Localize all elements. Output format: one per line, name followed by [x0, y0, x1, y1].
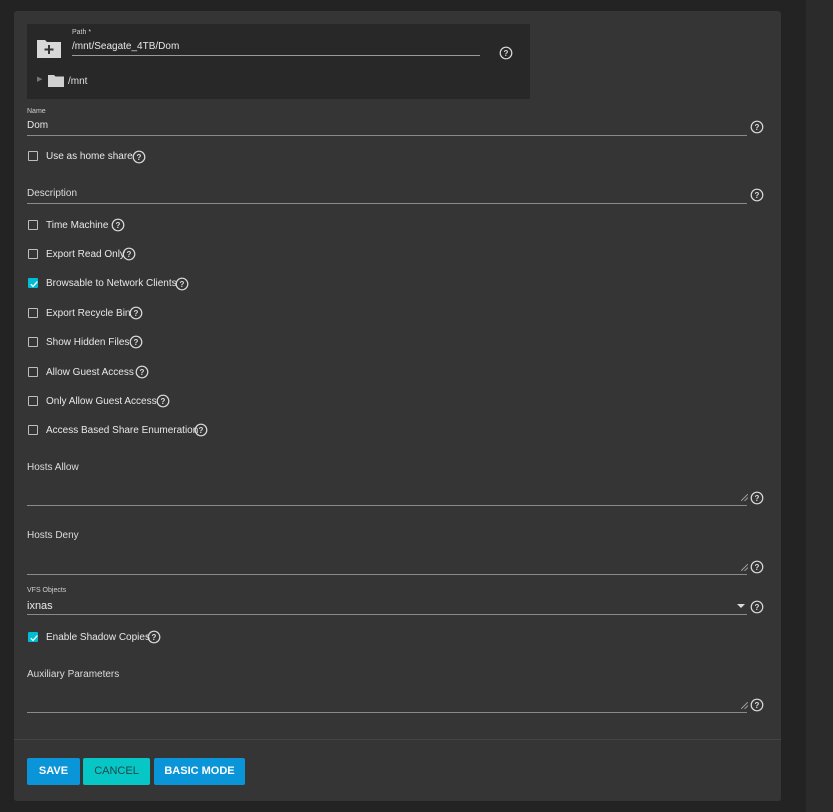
only-allow-guest-access-checkbox[interactable] — [28, 396, 38, 406]
smb-share-form: Path * /mnt/Seagate_4TB/Dom ? ▶ /mnt Nam… — [14, 11, 781, 801]
hosts-deny-textarea[interactable]: Hosts Deny — [27, 530, 79, 541]
name-input[interactable]: Dom — [27, 120, 48, 131]
help-icon[interactable]: ? — [129, 306, 143, 320]
svg-text:?: ? — [127, 250, 132, 259]
svg-text:?: ? — [152, 633, 157, 642]
svg-text:?: ? — [755, 123, 760, 132]
svg-text:?: ? — [199, 426, 204, 435]
home-share-label: Use as home share — [46, 151, 133, 162]
help-icon[interactable]: ? — [750, 491, 764, 505]
help-icon[interactable]: ? — [147, 630, 161, 644]
time-machine-label: Time Machine — [46, 220, 109, 231]
help-icon[interactable]: ? — [111, 218, 125, 232]
hosts-allow-underline — [27, 505, 747, 506]
vfs-objects-select[interactable]: ixnas — [27, 600, 53, 612]
browsable-checkbox[interactable] — [28, 278, 38, 288]
svg-text:?: ? — [134, 309, 139, 318]
export-recycle-bin-checkbox[interactable] — [28, 308, 38, 318]
help-icon[interactable]: ? — [156, 394, 170, 408]
help-icon[interactable]: ? — [750, 600, 764, 614]
basic-mode-button[interactable]: BASIC MODE — [154, 758, 245, 785]
svg-text:?: ? — [755, 701, 760, 710]
resize-handle-icon[interactable] — [741, 702, 748, 709]
path-label: Path * — [72, 29, 92, 36]
svg-text:?: ? — [140, 368, 145, 377]
access-based-enumeration-label: Access Based Share Enumeration — [46, 425, 199, 436]
home-share-checkbox[interactable] — [28, 151, 38, 161]
help-icon[interactable]: ? — [175, 277, 189, 291]
vfs-objects-label: VFS Objects — [27, 587, 67, 594]
svg-text:?: ? — [504, 49, 509, 58]
svg-text:?: ? — [755, 191, 760, 200]
checkmark-icon — [30, 635, 38, 642]
help-icon[interactable]: ? — [194, 423, 208, 437]
auxiliary-parameters-textarea[interactable]: Auxiliary Parameters — [27, 669, 119, 680]
allow-guest-access-checkbox[interactable] — [28, 367, 38, 377]
only-allow-guest-access-label: Only Allow Guest Access — [46, 396, 157, 407]
expand-arrow-icon[interactable]: ▶ — [37, 75, 42, 83]
svg-text:?: ? — [116, 221, 121, 230]
chevron-down-icon[interactable] — [737, 604, 745, 608]
name-underline — [27, 135, 747, 136]
svg-text:?: ? — [755, 603, 760, 612]
right-background-strip — [806, 0, 833, 812]
help-icon[interactable]: ? — [750, 120, 764, 134]
access-based-enumeration-checkbox[interactable] — [28, 425, 38, 435]
resize-handle-icon[interactable] — [741, 564, 748, 571]
help-icon[interactable]: ? — [129, 335, 143, 349]
svg-text:?: ? — [161, 397, 166, 406]
svg-text:?: ? — [755, 563, 760, 572]
vfs-objects-underline — [27, 614, 747, 615]
allow-guest-access-label: Allow Guest Access — [46, 367, 134, 378]
resize-handle-icon[interactable] — [741, 494, 748, 501]
path-explorer: Path * /mnt/Seagate_4TB/Dom ? ▶ /mnt — [27, 24, 530, 99]
help-icon[interactable]: ? — [135, 365, 149, 379]
cancel-button[interactable]: CANCEL — [83, 758, 150, 785]
time-machine-checkbox[interactable] — [28, 220, 38, 230]
show-hidden-files-checkbox[interactable] — [28, 337, 38, 347]
help-icon[interactable]: ? — [750, 698, 764, 712]
export-read-only-checkbox[interactable] — [28, 249, 38, 259]
description-underline — [27, 203, 747, 204]
path-input[interactable]: /mnt/Seagate_4TB/Dom — [72, 41, 179, 52]
name-label: Name — [27, 108, 46, 115]
help-icon[interactable]: ? — [132, 150, 146, 164]
tree-node-mnt[interactable]: /mnt — [68, 76, 87, 87]
svg-text:?: ? — [180, 280, 185, 289]
help-icon[interactable]: ? — [499, 46, 513, 60]
form-divider — [14, 739, 781, 740]
browsable-label: Browsable to Network Clients — [46, 278, 177, 289]
help-icon[interactable]: ? — [750, 560, 764, 574]
help-icon[interactable]: ? — [122, 247, 136, 261]
svg-text:?: ? — [134, 338, 139, 347]
export-read-only-label: Export Read Only — [46, 249, 125, 260]
help-icon[interactable]: ? — [750, 188, 764, 202]
description-input[interactable]: Description — [27, 188, 77, 199]
show-hidden-files-label: Show Hidden Files — [46, 337, 130, 348]
hosts-allow-textarea[interactable]: Hosts Allow — [27, 462, 79, 473]
checkmark-icon — [30, 281, 38, 288]
svg-text:?: ? — [137, 153, 142, 162]
export-recycle-bin-label: Export Recycle Bin — [46, 308, 131, 319]
path-underline — [72, 55, 480, 56]
save-button[interactable]: SAVE — [27, 758, 80, 785]
shadow-copies-checkbox[interactable] — [28, 632, 38, 642]
folder-plus-icon[interactable] — [36, 37, 62, 59]
auxiliary-parameters-underline — [27, 712, 747, 713]
hosts-deny-underline — [27, 574, 747, 575]
svg-text:?: ? — [755, 494, 760, 503]
shadow-copies-label: Enable Shadow Copies — [46, 632, 150, 643]
folder-icon — [48, 75, 64, 87]
